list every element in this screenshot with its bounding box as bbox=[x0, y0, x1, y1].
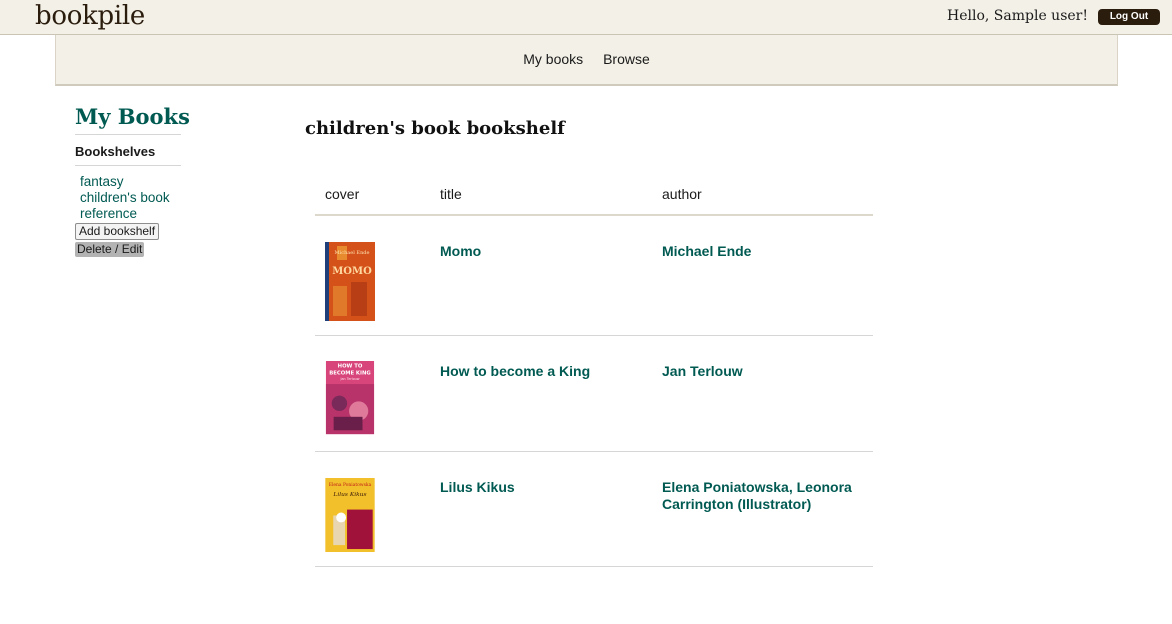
books-table: cover title author Michael Ende MOMO Mom… bbox=[315, 186, 873, 567]
book-cover-image[interactable]: Michael Ende MOMO bbox=[325, 242, 375, 321]
add-bookshelf-button[interactable]: Add bookshelf bbox=[75, 223, 160, 240]
table-row: Michael Ende MOMO Momo Michael Ende bbox=[315, 215, 873, 336]
user-greeting: Hello, Sample user! bbox=[947, 8, 1088, 24]
book-author-link[interactable]: Michael Ende bbox=[662, 243, 872, 260]
svg-text:Jan Terlouw: Jan Terlouw bbox=[339, 377, 359, 381]
shelf-link-fantasy[interactable]: fantasy bbox=[80, 174, 181, 190]
sidebar: My Books Bookshelves fantasy children's … bbox=[75, 104, 190, 258]
table-row: HOW TO BECOME KING Jan Terlouw How to be… bbox=[315, 335, 873, 452]
table-row: Elena Poniatowska Lilus Kikus Lilus Kiku… bbox=[315, 451, 873, 567]
column-header-title: title bbox=[428, 186, 652, 216]
book-author-link[interactable]: Elena Poniatowska, Leonora Carrington (I… bbox=[662, 479, 872, 513]
svg-text:Lilus Kikus: Lilus Kikus bbox=[332, 492, 366, 498]
shelf-link-childrens-book[interactable]: children's book bbox=[80, 190, 181, 206]
nav-my-books[interactable]: My books bbox=[523, 51, 583, 67]
bookshelf-list: fantasy children's book reference bbox=[75, 174, 181, 222]
book-title-link[interactable]: How to become a King bbox=[440, 363, 651, 380]
main-nav: My books Browse bbox=[55, 35, 1118, 86]
delete-edit-button[interactable]: Delete / Edit bbox=[75, 242, 145, 257]
column-header-author: author bbox=[652, 186, 873, 216]
shelf-link-reference[interactable]: reference bbox=[80, 206, 181, 222]
book-cover-image[interactable]: HOW TO BECOME KING Jan Terlouw bbox=[325, 361, 375, 437]
sidebar-subtitle: Bookshelves bbox=[75, 144, 181, 166]
sidebar-title: My Books bbox=[75, 104, 190, 135]
svg-text:HOW TO: HOW TO bbox=[338, 364, 363, 370]
top-bar: bookpile Hello, Sample user! Log Out bbox=[0, 0, 1172, 35]
book-cover-image[interactable]: Elena Poniatowska Lilus Kikus bbox=[325, 478, 375, 552]
column-header-cover: cover bbox=[315, 186, 428, 216]
table-header-row: cover title author bbox=[315, 186, 873, 216]
book-title-link[interactable]: Momo bbox=[440, 243, 651, 260]
svg-text:Michael Ende: Michael Ende bbox=[335, 250, 370, 256]
logout-button[interactable]: Log Out bbox=[1098, 9, 1160, 25]
book-author-link[interactable]: Jan Terlouw bbox=[662, 363, 872, 380]
page-title: children's book bookshelf bbox=[305, 118, 565, 139]
site-logo[interactable]: bookpile bbox=[35, 1, 145, 31]
nav-browse[interactable]: Browse bbox=[603, 51, 650, 67]
book-title-link[interactable]: Lilus Kikus bbox=[440, 479, 651, 496]
svg-text:BECOME KING: BECOME KING bbox=[329, 370, 371, 376]
svg-text:Elena Poniatowska: Elena Poniatowska bbox=[329, 483, 372, 488]
svg-text:MOMO: MOMO bbox=[332, 266, 372, 277]
